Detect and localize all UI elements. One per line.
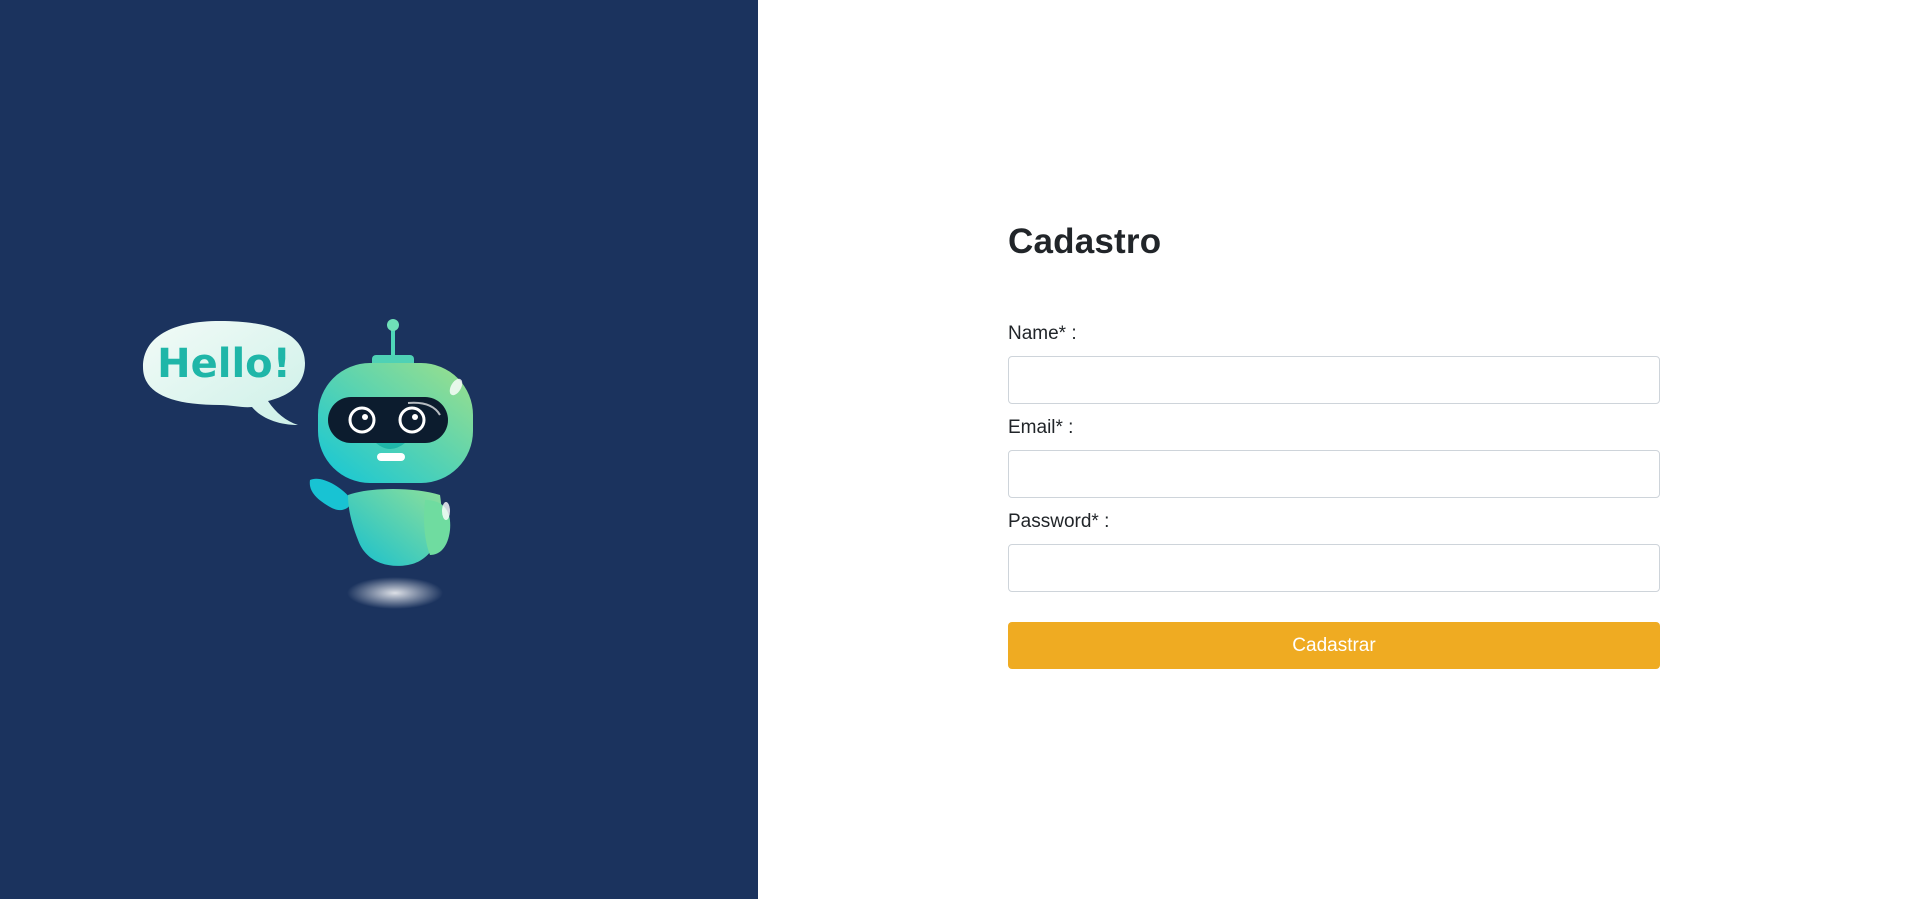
hello-text: Hello! bbox=[157, 341, 291, 387]
speech-bubble: Hello! bbox=[143, 321, 305, 425]
password-input[interactable] bbox=[1008, 544, 1660, 592]
email-label: Email* : bbox=[1008, 417, 1074, 438]
name-label: Name* : bbox=[1008, 323, 1077, 344]
hello-robot-illustration: Hello! bbox=[143, 319, 473, 609]
register-form: Cadastro Name* : Email* : Password* : Ca… bbox=[1008, 218, 1660, 669]
email-input[interactable] bbox=[1008, 450, 1660, 498]
illustration-panel: Hello! bbox=[0, 0, 758, 899]
register-page: Hello! Cadastro Name*: Email*: Passwor… bbox=[0, 0, 1910, 899]
register-button[interactable]: Cadastrar bbox=[1008, 622, 1660, 669]
form-panel: Cadastro Name* : Email* : Password* : Ca… bbox=[758, 0, 1910, 899]
page-title: Cadastro bbox=[1008, 222, 1162, 261]
name-input[interactable] bbox=[1008, 356, 1660, 404]
password-label: Password* : bbox=[1008, 511, 1110, 532]
